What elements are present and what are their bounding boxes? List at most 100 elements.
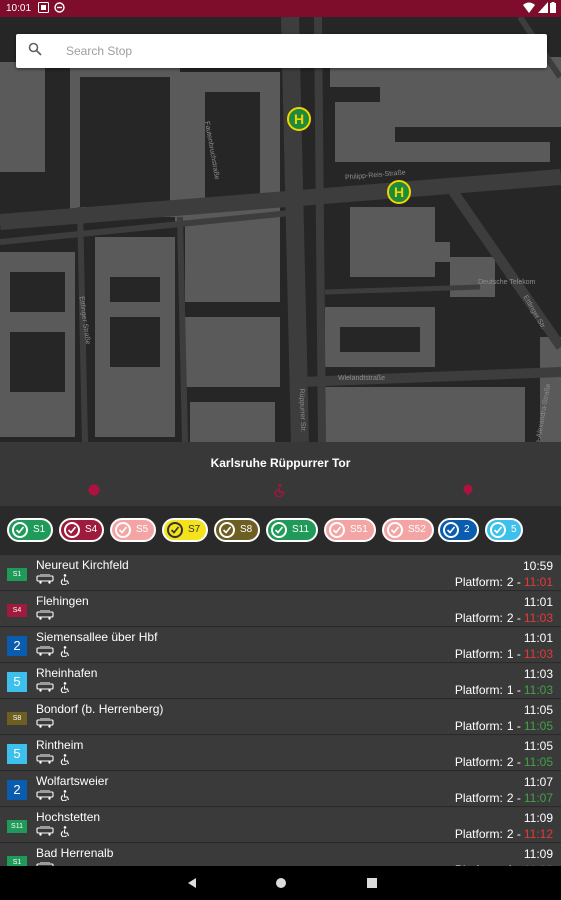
realtime-departure: 11:05: [523, 719, 553, 733]
platform-number: 2: [506, 755, 514, 769]
line-badge: S4: [7, 604, 27, 617]
search-icon[interactable]: [28, 42, 42, 56]
platform-info: Platform: 2 -11:01: [455, 575, 553, 589]
separator: -: [513, 611, 521, 625]
destination-label: Bad Herrenalb: [36, 846, 114, 860]
platform-label: Platform:: [454, 755, 503, 769]
pin-icon[interactable]: [461, 483, 475, 497]
line-badge: 5: [7, 744, 27, 764]
departure-row[interactable]: S1Bad Herrenalb11:09Platform:1 -11:09: [0, 844, 561, 866]
check-icon: [115, 522, 131, 538]
line-filter-bar: S1 S4 S5 S7 S8 S11 S51 S52 2 5: [0, 506, 561, 555]
map-street-label: Wielandtstraße: [338, 375, 386, 382]
line-filter-chip[interactable]: S11: [266, 518, 318, 542]
line-filter-chip[interactable]: S52: [382, 518, 434, 542]
scheduled-time: 11:05: [523, 739, 553, 753]
line-filter-label: 2: [464, 524, 470, 535]
line-filter-label: S11: [292, 524, 310, 535]
search-input[interactable]: Search Stop: [66, 44, 132, 58]
status-time: 10:01: [6, 3, 32, 14]
departure-row[interactable]: S4 Flehingen 11:01 Platform: 2 -11:03: [0, 592, 561, 627]
line-filter-chip[interactable]: 5: [485, 518, 523, 542]
platform-number: 2: [506, 827, 514, 841]
line-filter-chip[interactable]: S7: [162, 518, 208, 542]
platform-number: 1: [506, 719, 514, 733]
wifi-icon: [523, 2, 535, 16]
realtime-departure: 11:07: [523, 791, 553, 805]
destination-label: Neureut Kirchfeld: [36, 558, 129, 572]
separator: -: [513, 791, 521, 805]
line-filter-label: S8: [240, 524, 253, 535]
stop-name: Karlsruhe Rüppurrer Tor: [210, 456, 351, 470]
check-icon: [490, 522, 506, 538]
destination-label: Siemensallee über Hbf: [36, 630, 158, 644]
platform-label: Platform:: [454, 791, 503, 805]
platform-info: Platform: 1 -11:03: [455, 683, 553, 697]
line-filter-chip[interactable]: 2: [438, 518, 479, 542]
line-badge: S11: [7, 820, 27, 833]
scheduled-time: 11:09: [523, 847, 553, 861]
notification-icon: [38, 2, 49, 16]
scheduled-time: 11:03: [523, 667, 553, 681]
realtime-departure: 11:01: [523, 575, 553, 589]
accessible-icon[interactable]: [273, 483, 287, 498]
map-canvas: [0, 17, 561, 442]
platform-label: Platform:: [454, 575, 503, 589]
battery-icon: [550, 2, 556, 16]
map-street-label: Rüppurrer Str.: [297, 388, 307, 433]
separator: -: [513, 827, 521, 841]
signal-icon: [538, 2, 548, 16]
platform-label: Platform:: [454, 827, 503, 841]
line-filter-chip[interactable]: S5: [110, 518, 156, 542]
scheduled-time: 10:59: [522, 559, 553, 573]
line-filter-label: 5: [511, 524, 517, 535]
line-filter-chip[interactable]: S1: [7, 518, 53, 542]
line-filter-label: S1: [33, 524, 46, 535]
destination-label: Rheinhafen: [36, 666, 98, 680]
destination-label: Hochstetten: [36, 810, 101, 824]
departure-row[interactable]: S1 Neureut Kirchfeld 10:59 Platform: 2 -11:0…: [0, 556, 561, 591]
departure-row[interactable]: S8 Bondorf (b. Herrenberg) 11:05 Platform: 1…: [0, 700, 561, 735]
separator: -: [513, 683, 521, 697]
departure-row[interactable]: 5 Rintheim 11:05 Platform: 2 -11:05: [0, 736, 561, 771]
stop-panel: Karlsruhe Rüppurrer Tor S1 S4 S5 S7 S8 S11 S51…: [0, 442, 561, 866]
check-icon: [271, 522, 287, 538]
scheduled-time: 11:01: [523, 595, 553, 609]
departure-row[interactable]: S11 Hochstetten 11:09 Platform: 2 -11:12: [0, 808, 561, 843]
platform-number: 2: [506, 575, 514, 589]
check-icon: [329, 522, 345, 538]
map-view[interactable]: Fautenbruchstraße Philipp-Reis-Straße Et…: [0, 17, 561, 442]
line-filter-label: S4: [85, 524, 98, 535]
line-badge: S1: [7, 568, 27, 581]
check-icon: [167, 522, 183, 538]
separator: -: [513, 719, 521, 733]
platform-info: Platform: 2 -11:05: [455, 755, 553, 769]
line-filter-chip[interactable]: S4: [59, 518, 104, 542]
line-filter-chip[interactable]: S8: [214, 518, 260, 542]
bus-stop-icon[interactable]: H: [287, 107, 311, 131]
platform-number: 2: [506, 611, 514, 625]
bus-stop-icon[interactable]: H: [387, 180, 411, 204]
platform-number: 1: [506, 683, 514, 697]
departure-row[interactable]: 2 Wolfartsweier 11:07 Platform: 2 -11:07: [0, 772, 561, 807]
line-filter-chip[interactable]: S51: [324, 518, 376, 542]
home-icon[interactable]: [275, 876, 287, 894]
status-bar: 10:01: [0, 0, 561, 17]
platform-info: Platform: 2 -11:03: [455, 611, 553, 625]
platform-label: Platform:: [454, 611, 503, 625]
separator: -: [513, 647, 521, 661]
separator: -: [513, 575, 521, 589]
platform-number: 1: [506, 647, 514, 661]
line-badge: 2: [7, 636, 27, 656]
search-bar[interactable]: Search Stop: [16, 34, 547, 68]
recents-icon[interactable]: [366, 876, 378, 894]
departure-row[interactable]: 2 Siemensallee über Hbf 11:01 Platform: 1 -1…: [0, 628, 561, 663]
line-badge: 2: [7, 780, 27, 800]
departure-list[interactable]: S1 Neureut Kirchfeld 10:59 Platform: 2 -11:0…: [0, 556, 561, 866]
destination-label: Flehingen: [36, 594, 89, 608]
back-icon[interactable]: [186, 876, 198, 894]
info-icon[interactable]: [87, 483, 101, 497]
destination-label: Bondorf (b. Herrenberg): [36, 702, 164, 716]
departure-row[interactable]: 5 Rheinhafen 11:03 Platform: 1 -11:03: [0, 664, 561, 699]
check-icon: [12, 522, 28, 538]
